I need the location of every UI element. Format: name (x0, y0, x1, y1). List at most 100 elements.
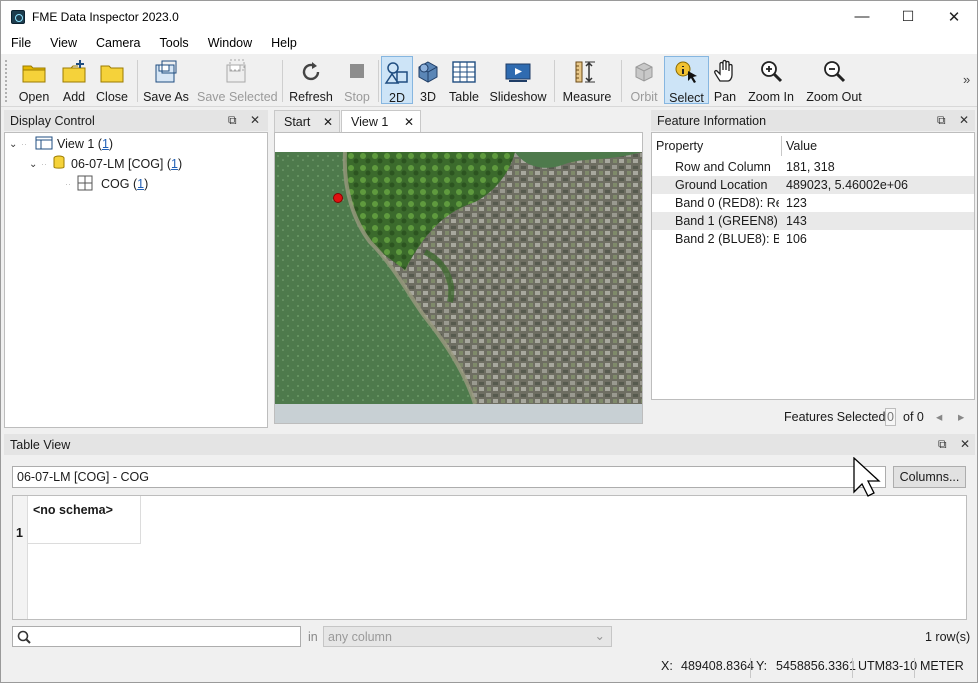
view-2d-button[interactable]: 2D (381, 56, 413, 105)
table-grid[interactable]: 1 <no schema> (12, 495, 967, 620)
property-row[interactable]: Band 0 (RED8): Red 123 (652, 194, 974, 212)
app-window: FME Data Inspector 2023.0 — ☐ ✕ File Vie… (0, 0, 978, 683)
pan-button[interactable]: Pan (711, 56, 739, 104)
selected-point-marker[interactable] (333, 193, 343, 203)
save-as-button[interactable]: Save As (143, 56, 189, 104)
display-control-tree: ⌄ ·· View 1 (1) ⌄ ·· 06-07-LM [COG] (1) … (4, 132, 268, 428)
slideshow-button[interactable]: Slideshow (489, 56, 547, 104)
features-selected-label: Features Selected: (784, 410, 889, 424)
chevron-down-icon[interactable]: ⌄ (29, 159, 41, 170)
status-divider (750, 658, 751, 678)
columns-button[interactable]: Columns... (893, 466, 966, 488)
close-window-button[interactable]: ✕ (931, 1, 977, 32)
tab-start[interactable]: Start ✕ (274, 110, 340, 132)
zoom-in-button[interactable]: Zoom In (745, 56, 797, 104)
tree-node-cog[interactable]: ·· COG (1) (65, 175, 148, 193)
property-row[interactable]: Band 2 (BLUE8): B... 106 (652, 230, 974, 248)
menu-tools[interactable]: Tools (150, 36, 198, 50)
feature-info-table: Property Value Row and Column 181, 318 G… (651, 132, 975, 400)
tree-node-dataset[interactable]: ⌄ ·· 06-07-LM [COG] (1) (29, 155, 182, 173)
table-grid-icon (451, 59, 477, 85)
tree-count-link[interactable]: 1 (137, 177, 144, 191)
info-cursor-icon (674, 60, 700, 86)
folder-add-icon (61, 59, 87, 85)
main-toolbar: Open Add Close Save As Save Selected Ref… (1, 54, 977, 107)
tree-count-link[interactable]: 1 (102, 137, 109, 151)
property-row[interactable]: Ground Location 489023, 5.46002e+06 (652, 176, 974, 194)
open-button[interactable]: Open (14, 56, 54, 104)
panel-float-icon[interactable]: ⧉ (937, 113, 946, 128)
toolbar-separator (137, 60, 138, 102)
features-selected-count[interactable]: 0 (885, 408, 896, 426)
row-number[interactable]: 1 (16, 526, 23, 540)
zoom-out-icon (821, 59, 847, 85)
x-coordinate: 489408.8364 (681, 659, 754, 673)
menu-camera[interactable]: Camera (86, 36, 149, 50)
toolbar-separator (282, 60, 283, 102)
panel-close-icon[interactable]: ✕ (250, 113, 260, 127)
close-dataset-button[interactable]: Close (94, 56, 130, 104)
toolbar-overflow-button[interactable]: » (963, 72, 970, 87)
panel-float-icon[interactable]: ⧉ (938, 437, 947, 452)
column-header-value[interactable]: Value (786, 139, 817, 153)
menu-view[interactable]: View (40, 36, 86, 50)
view-3d-button[interactable]: 3D (414, 56, 442, 104)
measure-button[interactable]: Measure (562, 56, 612, 104)
map-top-margin (275, 133, 642, 152)
arrow-right-icon[interactable]: ▸ (958, 409, 964, 424)
property-row[interactable]: Row and Column 181, 318 (652, 158, 974, 176)
save-selected-button[interactable]: Save Selected (197, 56, 278, 104)
tree-count-link[interactable]: 1 (171, 157, 178, 171)
panel-float-icon[interactable]: ⧉ (228, 113, 237, 128)
arrow-left-icon[interactable]: ◂ (936, 409, 942, 424)
search-input[interactable] (12, 626, 301, 647)
x-label: X: (661, 659, 673, 673)
minimize-button[interactable]: — (839, 1, 885, 32)
menu-window[interactable]: Window (198, 36, 261, 50)
cube-3d-icon (415, 59, 441, 85)
toolbar-grip[interactable] (5, 60, 8, 102)
window-title: FME Data Inspector 2023.0 (32, 9, 179, 24)
feature-info-header: Feature Information ⧉ ✕ (651, 110, 975, 131)
aerial-raster-image[interactable] (275, 152, 642, 404)
add-button[interactable]: Add (57, 56, 91, 104)
display-control-header: Display Control ⧉ ✕ (4, 110, 268, 131)
hand-icon (712, 59, 738, 85)
tree-node-view1[interactable]: ⌄ ·· View 1 (1) (9, 135, 113, 153)
toolbar-separator (554, 60, 555, 102)
column-header-property[interactable]: Property (656, 139, 703, 153)
dataset-select[interactable]: 06-07-LM [COG] - COG ⌄ (12, 466, 886, 488)
status-divider (914, 658, 915, 678)
menu-file[interactable]: File (1, 36, 40, 50)
search-column-select[interactable]: any column ⌄ (323, 626, 612, 647)
tab-close-icon[interactable]: ✕ (323, 115, 333, 129)
tree-connector: ·· (21, 139, 27, 149)
refresh-button[interactable]: Refresh (289, 56, 333, 104)
panel-close-icon[interactable]: ✕ (959, 113, 969, 127)
chevron-down-icon[interactable]: ⌄ (9, 139, 21, 150)
feature-info-title: Feature Information (657, 113, 767, 128)
table-view-header: Table View ⧉ ✕ (4, 434, 975, 455)
table-button[interactable]: Table (448, 56, 480, 104)
column-divider[interactable] (781, 136, 782, 156)
tab-view1[interactable]: View 1 ✕ (341, 110, 421, 133)
select-button[interactable]: Select (664, 56, 709, 105)
stop-icon (344, 59, 370, 85)
property-row[interactable]: Band 1 (GREEN8):... 143 (652, 212, 974, 230)
panel-close-icon[interactable]: ✕ (960, 437, 970, 451)
schema-header[interactable]: <no schema> (33, 503, 113, 517)
orbit-button[interactable]: Orbit (627, 56, 661, 104)
map-bottom-margin (275, 404, 642, 423)
status-divider (852, 658, 853, 678)
zoom-out-button[interactable]: Zoom Out (803, 56, 865, 104)
toolbar-separator (621, 60, 622, 102)
tab-close-icon[interactable]: ✕ (404, 115, 414, 129)
stop-button[interactable]: Stop (341, 56, 373, 104)
table-cell[interactable]: <no schema> (28, 496, 141, 544)
display-control-title: Display Control (10, 113, 95, 128)
save-selected-icon (223, 59, 249, 85)
maximize-button[interactable]: ☐ (885, 1, 931, 32)
menu-help[interactable]: Help (261, 36, 306, 50)
tree-connector: ·· (41, 159, 47, 169)
slideshow-icon (505, 59, 531, 85)
